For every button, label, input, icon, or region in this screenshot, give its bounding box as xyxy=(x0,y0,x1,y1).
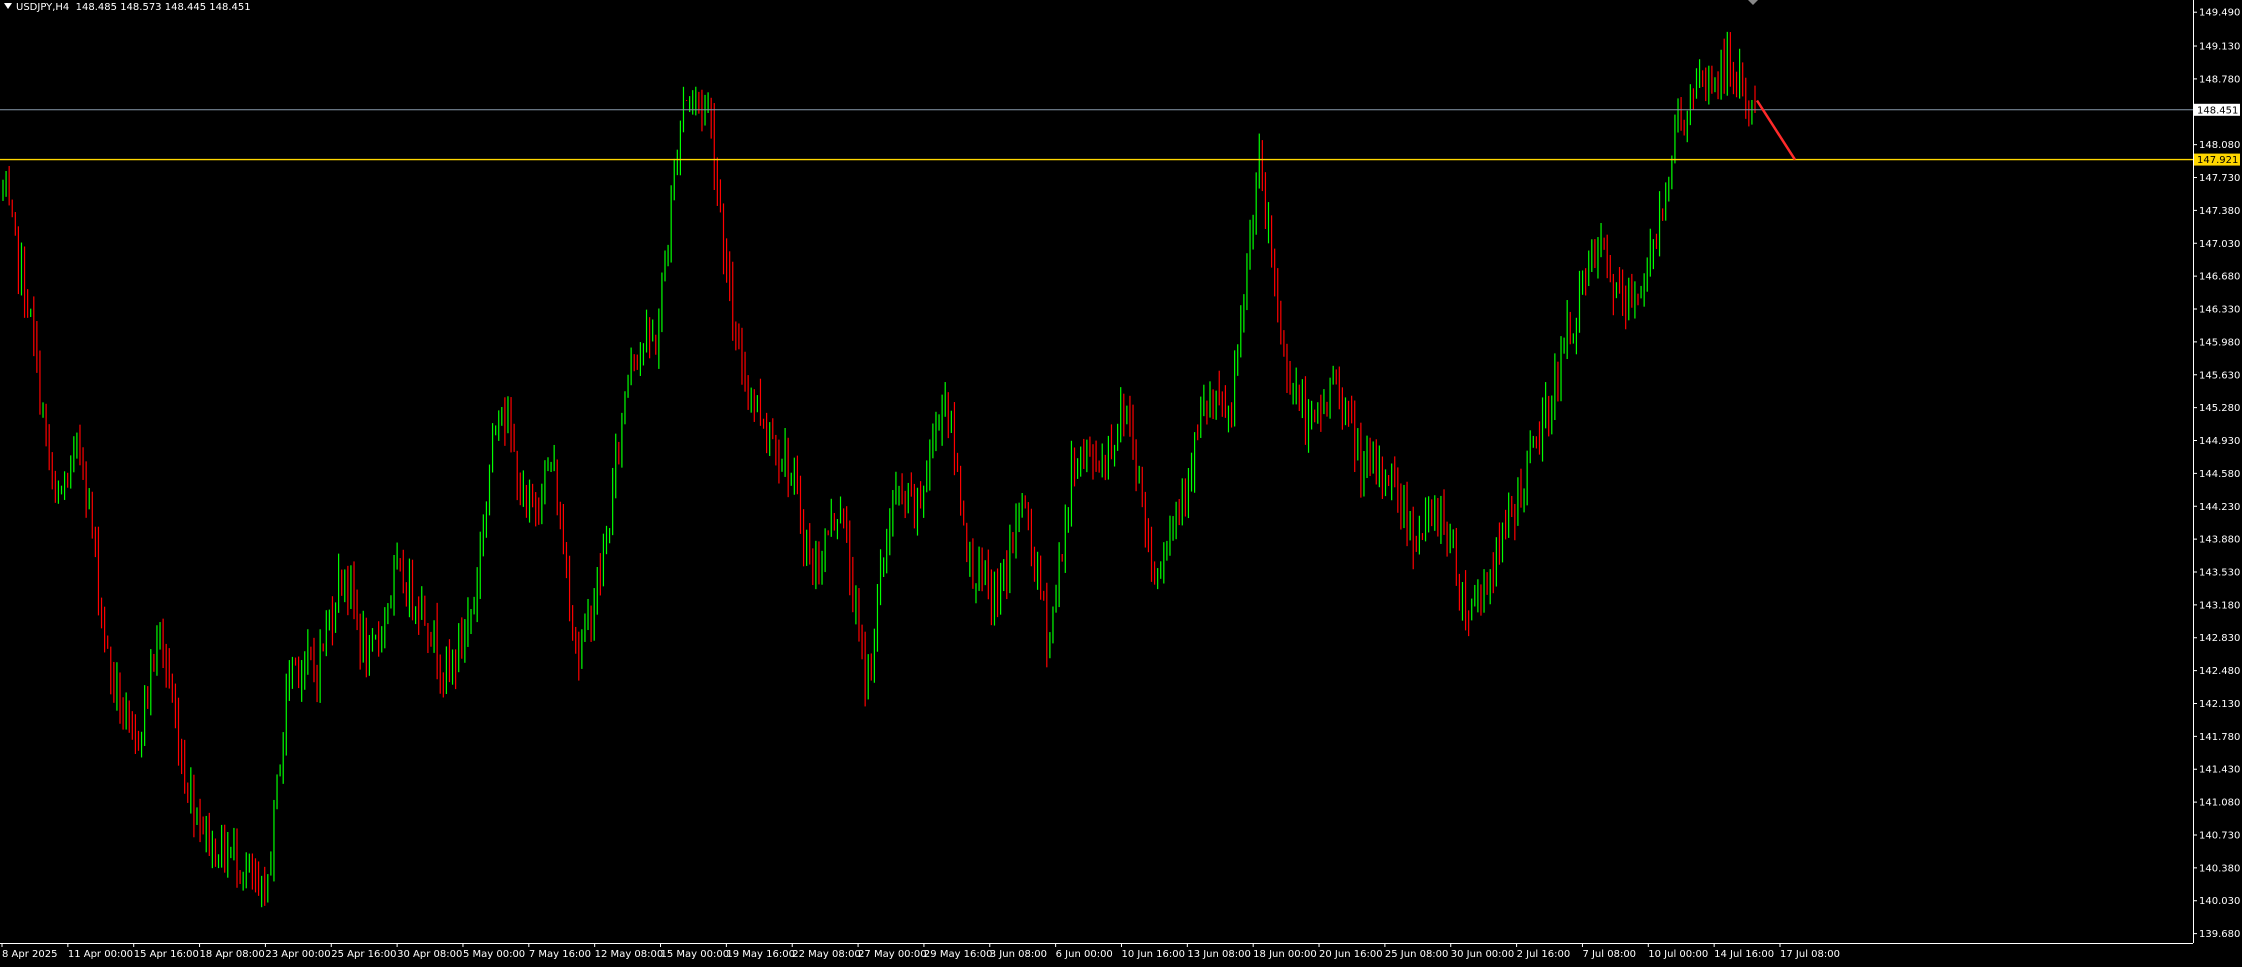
price-tick-label: 143.180 xyxy=(2199,600,2240,611)
price-tick-label: 144.580 xyxy=(2199,469,2240,480)
time-tick-label: 29 May 16:00 xyxy=(924,949,993,960)
price-tick-label: 148.780 xyxy=(2199,74,2240,85)
price-tick-label: 144.930 xyxy=(2199,436,2240,447)
time-tick-label: 7 May 16:00 xyxy=(529,949,591,960)
time-tick-label: 6 Jun 00:00 xyxy=(1056,949,1113,960)
time-tick-label: 15 Apr 16:00 xyxy=(134,949,199,960)
time-tick-label: 10 Jul 00:00 xyxy=(1648,949,1708,960)
price-tick-label: 144.230 xyxy=(2199,502,2240,513)
time-tick-label: 20 Jun 16:00 xyxy=(1319,949,1383,960)
price-tick-label: 149.130 xyxy=(2199,42,2240,53)
price-tick-label: 145.630 xyxy=(2199,370,2240,381)
time-tick-label: 15 May 00:00 xyxy=(661,949,730,960)
price-tick-label: 145.980 xyxy=(2199,337,2240,348)
price-tick-label: 140.030 xyxy=(2199,896,2240,907)
time-tick-label: 8 Apr 2025 xyxy=(2,949,57,960)
bid-price-tag-text: 148.451 xyxy=(2197,105,2238,116)
price-tick-label: 140.380 xyxy=(2199,863,2240,874)
time-tick-label: 11 Apr 00:00 xyxy=(68,949,133,960)
price-tick-label: 142.130 xyxy=(2199,699,2240,710)
time-tick-label: 23 Apr 00:00 xyxy=(265,949,330,960)
price-tick-label: 147.380 xyxy=(2199,206,2240,217)
price-tick-label: 142.480 xyxy=(2199,666,2240,677)
time-tick-label: 25 Jun 08:00 xyxy=(1385,949,1449,960)
price-tick-label: 142.830 xyxy=(2199,633,2240,644)
price-tick-label: 148.080 xyxy=(2199,140,2240,151)
time-tick-label: 25 Apr 16:00 xyxy=(331,949,396,960)
time-tick-label: 12 May 08:00 xyxy=(595,949,664,960)
level-price-tag-text: 147.921 xyxy=(2197,155,2238,166)
price-tick-label: 146.680 xyxy=(2199,272,2240,283)
price-tick-label: 140.730 xyxy=(2199,830,2240,841)
price-tick-label: 141.430 xyxy=(2199,765,2240,776)
time-tick-label: 27 May 00:00 xyxy=(858,949,927,960)
price-tick-label: 141.080 xyxy=(2199,798,2240,809)
price-tick-label: 147.730 xyxy=(2199,173,2240,184)
time-tick-label: 17 Jul 08:00 xyxy=(1780,949,1840,960)
time-tick-label: 18 Apr 08:00 xyxy=(200,949,265,960)
time-tick-label: 3 Jun 08:00 xyxy=(990,949,1047,960)
price-tick-label: 139.680 xyxy=(2199,929,2240,940)
time-tick-label: 14 Jul 16:00 xyxy=(1714,949,1774,960)
time-tick-label: 30 Jun 00:00 xyxy=(1451,949,1515,960)
price-chart[interactable]: 149.490 149.130 148.780 148.080 147.730 147.3… xyxy=(0,0,2242,967)
price-tick-label: 149.490 xyxy=(2199,8,2240,19)
time-tick-label: 13 Jun 08:00 xyxy=(1187,949,1251,960)
price-tick-label: 147.030 xyxy=(2199,239,2240,250)
price-tick-label: 141.780 xyxy=(2199,732,2240,743)
time-tick-label: 2 Jul 16:00 xyxy=(1517,949,1571,960)
shift-marker-icon[interactable] xyxy=(1748,0,1758,5)
time-tick-label: 7 Jul 08:00 xyxy=(1582,949,1636,960)
price-tick-label: 145.280 xyxy=(2199,403,2240,414)
time-tick-label: 18 Jun 00:00 xyxy=(1253,949,1317,960)
time-tick-label: 10 Jun 16:00 xyxy=(1121,949,1185,960)
time-tick-label: 30 Apr 08:00 xyxy=(397,949,462,960)
price-tick-label: 143.880 xyxy=(2199,535,2240,546)
price-tick-label: 146.330 xyxy=(2199,305,2240,316)
price-tick-label: 143.530 xyxy=(2199,567,2240,578)
time-tick-label: 22 May 08:00 xyxy=(792,949,861,960)
time-tick-label: 5 May 00:00 xyxy=(463,949,525,960)
time-tick-label: 19 May 16:00 xyxy=(726,949,795,960)
